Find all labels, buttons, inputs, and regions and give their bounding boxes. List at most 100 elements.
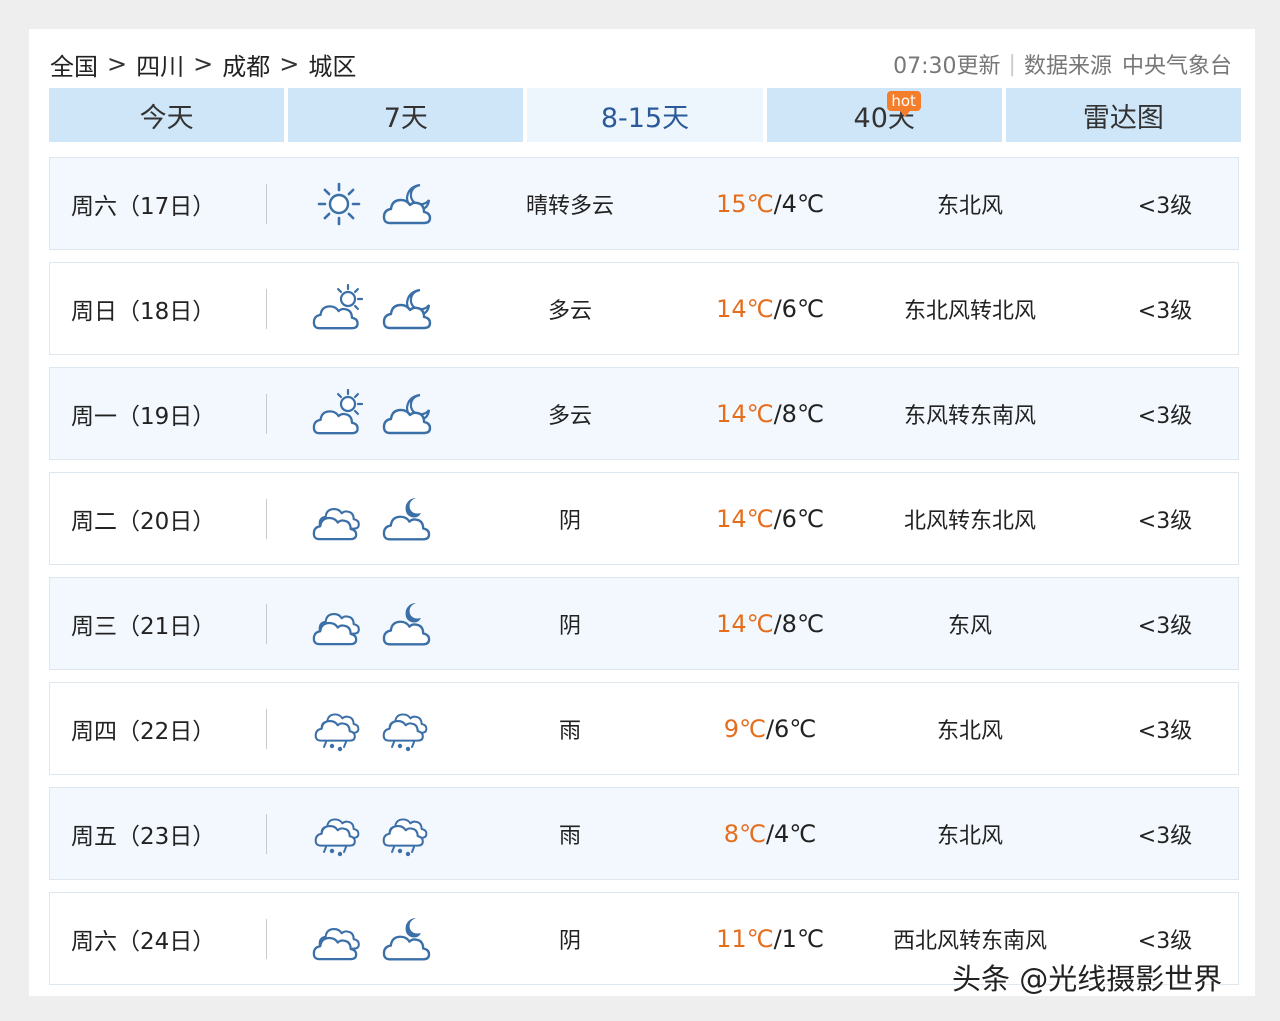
forecast-date: 周六（17日） — [71, 193, 216, 220]
weather-description: 阴 — [558, 928, 581, 954]
forecast-date: 周三（21日） — [71, 613, 216, 640]
weather-icons — [312, 368, 434, 459]
low-temp: /6℃ — [773, 504, 824, 533]
tab-label: 7天 — [383, 102, 428, 134]
temperature-range: 14℃/6℃ — [690, 263, 850, 354]
weather-icons — [312, 158, 434, 249]
overcast-icon — [312, 599, 366, 649]
tab-today[interactable]: 今天 — [49, 88, 285, 142]
temperature-range: 8℃/4℃ — [690, 788, 850, 879]
overcast-night-icon — [380, 914, 434, 964]
forecast-row: 周四（22日） 雨 9℃/6℃ 东北风 <3级 — [49, 682, 1239, 775]
source-label: 数据来源 — [1023, 54, 1112, 79]
forecast-list: 周六（17日） 晴转多云 15℃/4℃ 东北风 <3级 周日（18日） 多云 1… — [49, 157, 1239, 997]
breadcrumb: 全国 > 四川 > 成都 > 城区 — [50, 47, 356, 82]
hot-badge: hot — [886, 91, 921, 117]
watermark: 头条 @光线摄影世界 — [952, 962, 1223, 996]
temperature-range: 15℃/4℃ — [690, 158, 850, 249]
temperature-range: 11℃/1℃ — [690, 893, 850, 984]
column-divider — [266, 604, 267, 644]
wind-direction: 东风转东南风 — [903, 403, 1036, 429]
update-time: 07:30更新 — [893, 54, 1001, 79]
overcast-icon — [312, 914, 366, 964]
breadcrumb-city[interactable]: 成都 — [222, 47, 270, 82]
forecast-date: 周一（19日） — [71, 403, 216, 430]
wind-direction: 北风转东北风 — [903, 508, 1036, 534]
high-temp: 14℃ — [716, 504, 774, 533]
column-divider — [266, 709, 267, 749]
wind-level: <3级 — [1137, 718, 1193, 744]
source-name: 中央气象台 — [1121, 54, 1232, 79]
breadcrumb-nation[interactable]: 全国 — [50, 47, 98, 82]
column-divider — [266, 499, 267, 539]
column-divider — [266, 394, 267, 434]
breadcrumb-separator: > — [279, 50, 300, 78]
cloudy-night-icon — [380, 179, 434, 229]
weather-description: 雨 — [558, 823, 581, 849]
breadcrumb-separator: > — [107, 50, 128, 78]
wind-level: <3级 — [1137, 613, 1193, 639]
high-temp: 14℃ — [716, 399, 774, 428]
overcast-icon — [312, 494, 366, 544]
tab-7-days[interactable]: 7天 — [288, 88, 524, 142]
tab-label: 今天 — [139, 102, 194, 134]
temperature-range: 14℃/8℃ — [690, 578, 850, 669]
tab-8-15-days[interactable]: 8-15天 — [527, 88, 763, 142]
rain-icon — [380, 809, 434, 859]
weather-description: 晴转多云 — [525, 193, 614, 219]
forecast-tabs: 今天 7天 8-15天 40天 hot 雷达图 — [49, 88, 1242, 142]
breadcrumb-district: 城区 — [308, 52, 357, 81]
column-divider — [266, 919, 267, 959]
forecast-row: 周二（20日） 阴 14℃/6℃ 北风转东北风 <3级 — [49, 472, 1239, 565]
forecast-date: 周六（24日） — [71, 928, 216, 955]
weather-icons — [312, 788, 434, 879]
low-temp: /8℃ — [773, 609, 824, 638]
weather-icons — [312, 473, 434, 564]
low-temp: /8℃ — [773, 399, 824, 428]
tab-radar[interactable]: 雷达图 — [1005, 88, 1242, 142]
forecast-date: 周日（18日） — [71, 298, 216, 325]
top-bar: 全国 > 四川 > 成都 > 城区 07:30更新 | 数据来源 中央气象台 — [50, 47, 1232, 81]
sun-icon — [312, 179, 366, 229]
weather-description: 多云 — [547, 403, 592, 429]
overcast-night-icon — [380, 494, 434, 544]
weather-icons — [312, 578, 434, 669]
breadcrumb-separator: > — [193, 50, 214, 78]
weather-icons — [312, 263, 434, 354]
forecast-date: 周四（22日） — [71, 718, 216, 745]
high-temp: 11℃ — [716, 924, 774, 953]
wind-level: <3级 — [1137, 823, 1193, 849]
high-temp: 8℃ — [723, 819, 766, 848]
cloudy-night-icon — [380, 389, 434, 439]
weather-description: 阴 — [558, 508, 581, 534]
partly-cloudy-day-icon — [312, 388, 366, 439]
forecast-card: 全国 > 四川 > 成都 > 城区 07:30更新 | 数据来源 中央气象台 今… — [29, 29, 1255, 996]
weather-icons — [312, 893, 434, 984]
high-temp: 15℃ — [716, 189, 774, 218]
column-divider — [266, 289, 267, 329]
weather-description: 阴 — [558, 613, 581, 639]
forecast-date: 周五（23日） — [71, 823, 216, 850]
forecast-row: 周五（23日） 雨 8℃/4℃ 东北风 <3级 — [49, 787, 1239, 880]
low-temp: /6℃ — [773, 294, 824, 323]
low-temp: /4℃ — [773, 189, 824, 218]
wind-level: <3级 — [1137, 508, 1193, 534]
overcast-night-icon — [380, 599, 434, 649]
low-temp: /4℃ — [765, 819, 817, 848]
forecast-row: 周一（19日） 多云 14℃/8℃ 东风转东南风 <3级 — [49, 367, 1239, 460]
rain-icon — [312, 704, 366, 754]
low-temp: /1℃ — [773, 924, 824, 953]
forecast-date: 周二（20日） — [71, 508, 216, 535]
meta-divider: | — [1008, 51, 1016, 77]
wind-direction: 东风 — [947, 613, 992, 639]
temperature-range: 14℃/6℃ — [690, 473, 850, 564]
wind-level: <3级 — [1137, 403, 1193, 429]
partly-cloudy-day-icon — [312, 283, 366, 334]
weather-description: 雨 — [558, 718, 581, 744]
tab-40-days[interactable]: 40天 hot — [766, 88, 1002, 142]
breadcrumb-province[interactable]: 四川 — [136, 47, 184, 82]
weather-icons — [312, 683, 434, 774]
rain-icon — [380, 704, 434, 754]
wind-direction: 东北风 — [936, 823, 1003, 849]
high-temp: 14℃ — [716, 294, 774, 323]
